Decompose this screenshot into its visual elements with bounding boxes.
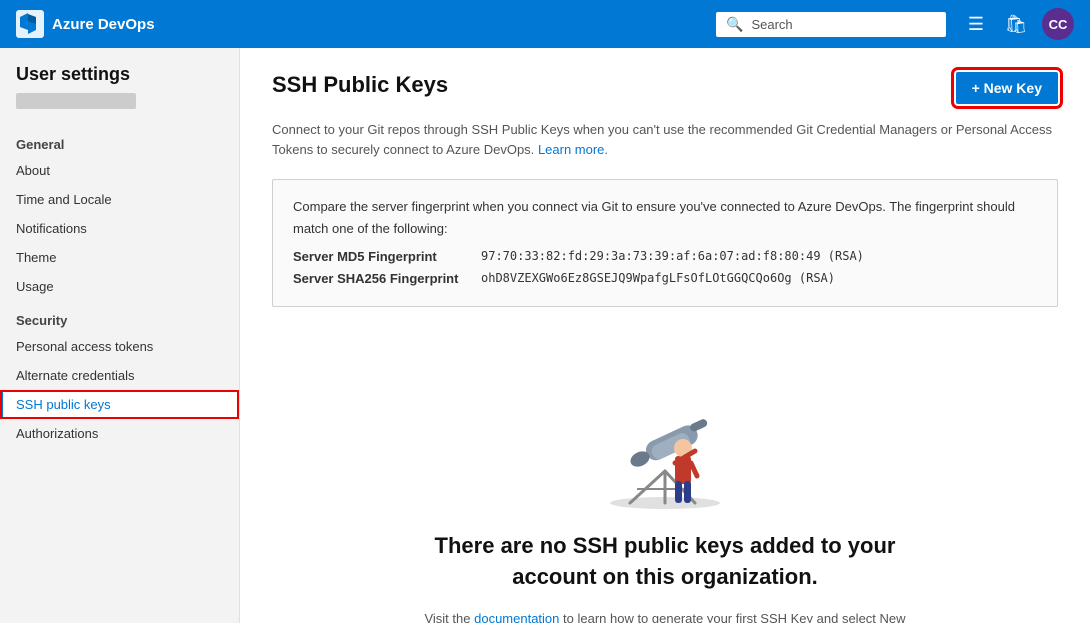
user-avatar[interactable]: CC bbox=[1042, 8, 1074, 40]
azure-devops-logo-icon bbox=[16, 10, 44, 38]
main-description: Connect to your Git repos through SSH Pu… bbox=[272, 120, 1058, 159]
sidebar-item-theme[interactable]: Theme bbox=[0, 243, 239, 272]
empty-state: There are no SSH public keys added to yo… bbox=[272, 331, 1058, 623]
sidebar-item-notifications[interactable]: Notifications bbox=[0, 214, 239, 243]
empty-state-title: There are no SSH public keys added to yo… bbox=[415, 531, 915, 593]
topnav-icons: ☰ 🛍 CC bbox=[958, 6, 1074, 42]
basket-icon-btn[interactable]: 🛍 bbox=[998, 6, 1034, 42]
sidebar-item-personal-access-tokens[interactable]: Personal access tokens bbox=[0, 332, 239, 361]
fingerprint-md5-value: 97:70:33:82:fd:29:3a:73:39:af:6a:07:ad:f… bbox=[481, 246, 864, 268]
app-logo[interactable]: Azure DevOps bbox=[16, 10, 155, 38]
telescope-illustration bbox=[575, 351, 755, 511]
sidebar-item-about[interactable]: About bbox=[0, 156, 239, 185]
documentation-link[interactable]: documentation bbox=[474, 611, 559, 623]
sidebar-section-general: General bbox=[0, 125, 239, 156]
fingerprint-intro: Compare the server fingerprint when you … bbox=[293, 196, 1037, 240]
learn-more-link[interactable]: Learn more. bbox=[538, 142, 608, 157]
search-icon: 🔍 bbox=[726, 16, 743, 33]
main-header: SSH Public Keys + New Key bbox=[272, 72, 1058, 104]
fingerprint-md5-row: Server MD5 Fingerprint 97:70:33:82:fd:29… bbox=[293, 246, 1037, 268]
sidebar-title: User settings bbox=[0, 64, 239, 93]
topnav: Azure DevOps 🔍 Search ☰ 🛍 CC bbox=[0, 0, 1090, 48]
sidebar-item-time-locale[interactable]: Time and Locale bbox=[0, 185, 239, 214]
search-label: Search bbox=[751, 17, 792, 32]
sidebar-section-security: Security bbox=[0, 301, 239, 332]
sidebar-item-alternate-credentials[interactable]: Alternate credentials bbox=[0, 361, 239, 390]
search-box[interactable]: 🔍 Search bbox=[716, 12, 946, 37]
fingerprint-sha256-label: Server SHA256 Fingerprint bbox=[293, 268, 473, 290]
main-content: SSH Public Keys + New Key Connect to you… bbox=[240, 48, 1090, 623]
sidebar: User settings General About Time and Loc… bbox=[0, 48, 240, 623]
sidebar-item-usage[interactable]: Usage bbox=[0, 272, 239, 301]
fingerprint-sha256-row: Server SHA256 Fingerprint ohD8VZEXGWo6Ez… bbox=[293, 268, 1037, 290]
sidebar-item-ssh-public-keys[interactable]: SSH public keys bbox=[0, 390, 239, 419]
main-layout: User settings General About Time and Loc… bbox=[0, 48, 1090, 623]
basket-icon: 🛍 bbox=[1005, 14, 1028, 35]
menu-icon: ☰ bbox=[968, 14, 984, 35]
sidebar-item-authorizations[interactable]: Authorizations bbox=[0, 419, 239, 448]
app-logo-text: Azure DevOps bbox=[52, 16, 155, 33]
new-key-button[interactable]: + New Key bbox=[956, 72, 1058, 104]
fingerprint-md5-label: Server MD5 Fingerprint bbox=[293, 246, 473, 268]
menu-icon-btn[interactable]: ☰ bbox=[958, 6, 994, 42]
empty-state-description: Visit the documentation to learn how to … bbox=[415, 609, 915, 623]
page-title: SSH Public Keys bbox=[272, 72, 448, 98]
fingerprint-box: Compare the server fingerprint when you … bbox=[272, 179, 1058, 307]
fingerprint-sha256-value: ohD8VZEXGWo6Ez8GSEJQ9WpafgLFsOfLOtGGQCQo… bbox=[481, 268, 835, 290]
sidebar-user-placeholder bbox=[16, 93, 136, 109]
